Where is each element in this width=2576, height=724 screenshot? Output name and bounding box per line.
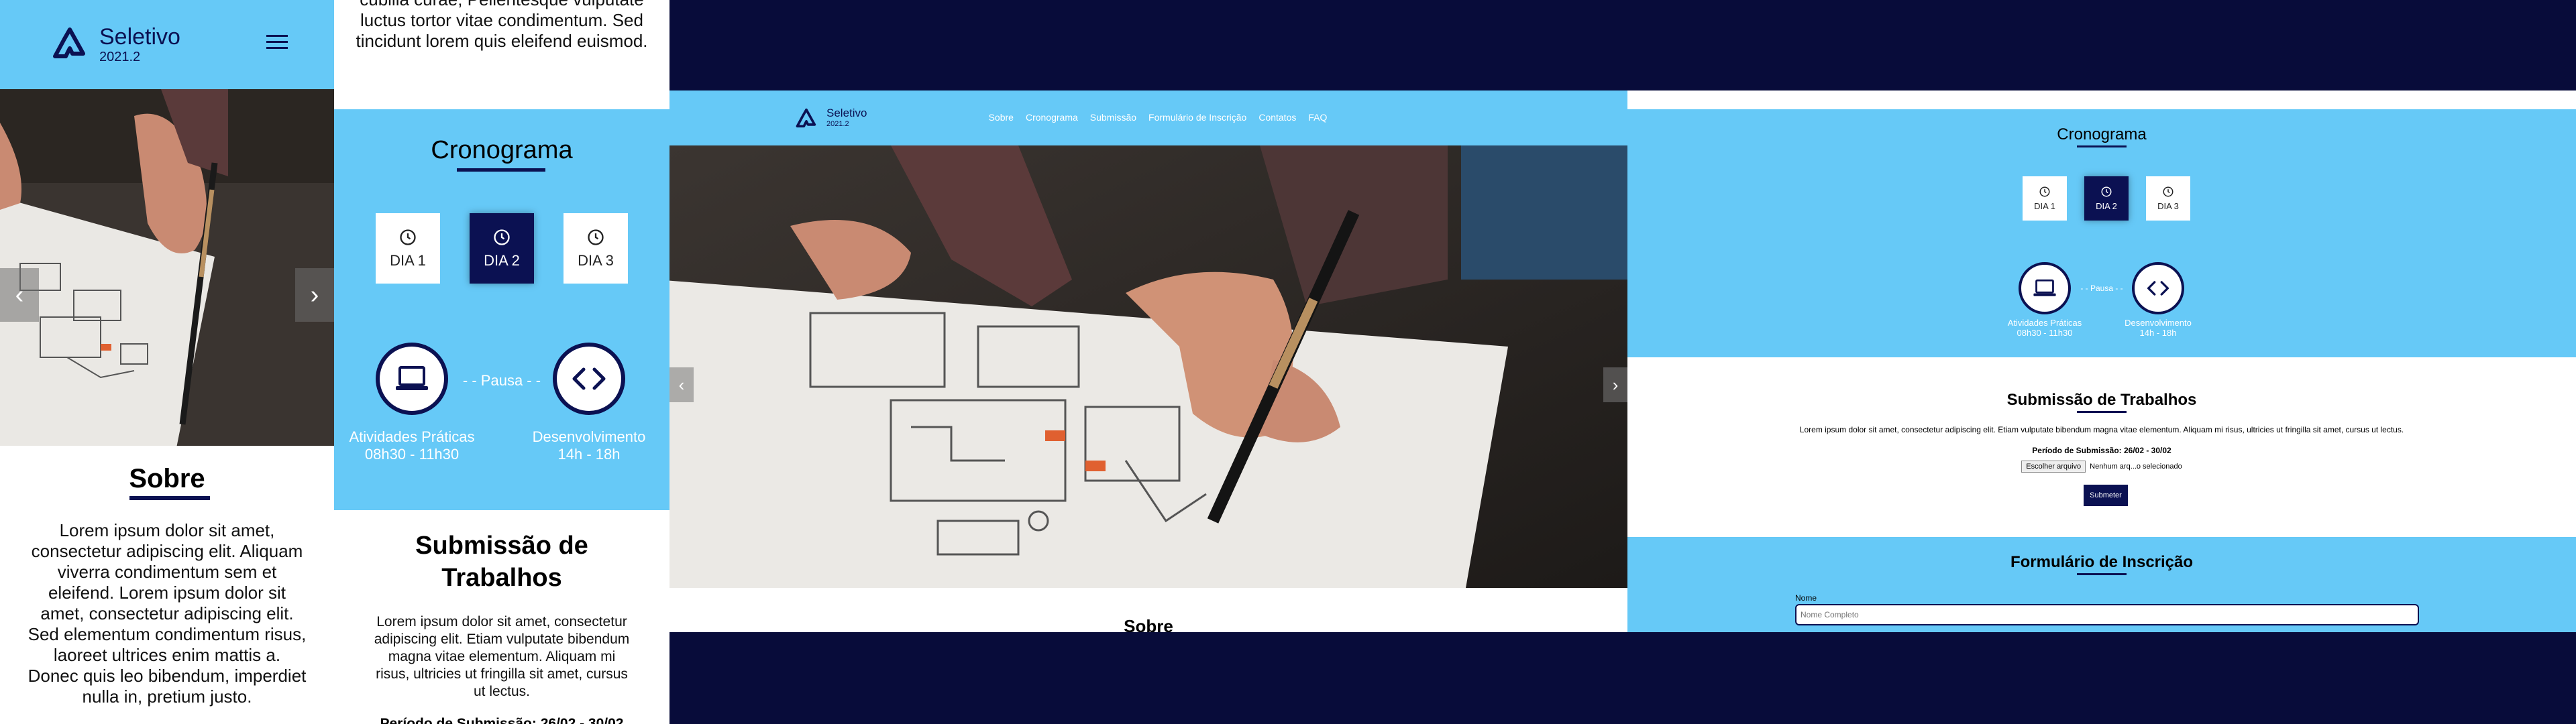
submissao-periodo: Período de Submissão: 26/02 - 30/02 [380,716,624,724]
nav-link-formulario[interactable]: Formulário de Inscrição [1148,112,1246,123]
cronograma-title: Cronograma [2057,125,2147,143]
hero-image [669,145,1627,588]
name-input[interactable] [1795,604,2419,625]
day-3-button[interactable]: DIA 3 [564,213,628,284]
title-underline [2077,573,2127,575]
desktop-navbar: Seletivo 2021.2 Sobre Cronograma Submiss… [669,90,1627,145]
activity-name: Desenvolvimento [532,428,646,445]
nav-link-faq[interactable]: FAQ [1308,112,1327,123]
pausa-label: - - Pausa - - [2080,284,2123,293]
submissao-title: Submissão de Trabalhos [415,532,588,592]
day-2-button[interactable]: DIA 2 [2084,176,2129,221]
clock-icon [2039,186,2050,197]
nav-link-sobre[interactable]: Sobre [989,112,1014,123]
submissao-title: Submissão de Trabalhos [2006,391,2197,409]
activity-time: 08h30 - 11h30 [2017,328,2073,338]
file-status: Nenhum arq...o selecionado [2090,463,2182,471]
title-underline [129,496,210,500]
carousel-next-button[interactable]: › [1603,367,1627,402]
cronograma-title: Cronograma [431,136,573,164]
submissao-periodo: Período de Submissão: 26/02 - 30/02 [2032,446,2171,455]
name-label: Nome [1795,593,1817,603]
day-1-button[interactable]: DIA 1 [376,213,440,284]
hero-image [0,89,334,446]
activity-name: Atividades Práticas [2007,318,2082,328]
clock-icon [588,229,604,245]
clock-icon [2101,186,2112,197]
sobre-title: Sobre [129,464,205,493]
carousel-next-button[interactable]: › [295,268,334,322]
cronograma-section: Cronograma DIA 1 DIA 2 DIA 3 - - Pausa -… [334,109,669,510]
brand-name: Seletivo [99,24,180,50]
day-label: DIA 1 [390,251,426,269]
activity-desenvolvimento: Desenvolvimento 14h - 18h [2104,318,2212,338]
activity-circle [2132,262,2184,314]
submissao-text: Lorem ipsum dolor sit amet, consectetur … [374,614,630,699]
desktop-view-sections: Cronograma DIA 1 DIA 2 DIA 3 - - Pausa -… [1627,90,2576,632]
formulario-section: Formulário de Inscrição Nome [1627,537,2576,632]
day-label: DIA 2 [2096,201,2117,211]
day-label: DIA 1 [2034,201,2055,211]
cronograma-section: Cronograma DIA 1 DIA 2 DIA 3 - - Pausa -… [1627,109,2576,357]
code-icon [572,367,606,390]
submit-button[interactable]: Submeter [2084,485,2128,506]
day-label: DIA 3 [578,251,614,269]
carousel-prev-button[interactable]: ‹ [0,268,39,322]
formulario-title: Formulário de Inscrição [2010,553,2194,571]
hamburger-menu-icon[interactable] [266,35,288,51]
activity-time: 14h - 18h [557,446,621,463]
mobile-view-scrolled: cubilia curae; Pellentesque vulputate lu… [334,0,669,724]
sobre-text: Lorem ipsum dolor sit amet, consectetur … [28,520,307,707]
brand-logo[interactable] [52,27,87,59]
choose-file-button[interactable]: Escolher arquivo [2021,461,2086,473]
clock-icon [494,229,510,245]
title-underline [2077,145,2127,147]
activity-name: Desenvolvimento [2125,318,2192,328]
activity-praticas: Atividades Práticas 08h30 - 11h30 [1991,318,2098,338]
submissao-text: Lorem ipsum dolor sit amet, consectetur … [1799,425,2404,434]
clock-icon [400,229,416,245]
brand-year: 2021.2 [99,50,141,64]
file-upload: Escolher arquivo Nenhum arq...o selecion… [1627,461,2576,473]
day-3-button[interactable]: DIA 3 [2146,176,2190,221]
title-underline [2077,411,2127,413]
day-label: DIA 3 [2157,201,2179,211]
carousel-prev-button[interactable]: ‹ [669,367,694,402]
day-1-button[interactable]: DIA 1 [2023,176,2067,221]
desktop-view-hero: Seletivo 2021.2 Sobre Cronograma Submiss… [669,90,1627,632]
mobile-header: Seletivo 2021.2 [0,0,334,89]
day-2-button[interactable]: DIA 2 [470,213,534,284]
mobile-view-top: Seletivo 2021.2 ‹ › Sobre Lorem ipsum do… [0,0,334,724]
nav-link-contatos[interactable]: Contatos [1258,112,1296,123]
nav-link-submissao[interactable]: Submissão [1090,112,1136,123]
activity-time: 14h - 18h [2139,328,2177,338]
clock-icon [2163,186,2174,197]
day-label: DIA 2 [484,251,520,269]
sobre-text-tail: cubilia curae; Pellentesque vulputate lu… [356,0,648,51]
activity-circle [553,343,625,415]
activity-time: 08h30 - 11h30 [364,446,460,463]
activity-praticas: Atividades Práticas 08h30 - 11h30 [334,428,492,463]
title-underline [457,168,545,172]
nav-link-cronograma[interactable]: Cronograma [1026,112,1078,123]
activity-desenvolvimento: Desenvolvimento 14h - 18h [508,428,669,463]
code-icon [2147,281,2169,296]
activity-name: Atividades Práticas [349,428,475,445]
sobre-title-peek: Sobre [1124,616,1173,632]
nav-menu: Sobre Cronograma Submissão Formulário de… [669,112,1627,123]
